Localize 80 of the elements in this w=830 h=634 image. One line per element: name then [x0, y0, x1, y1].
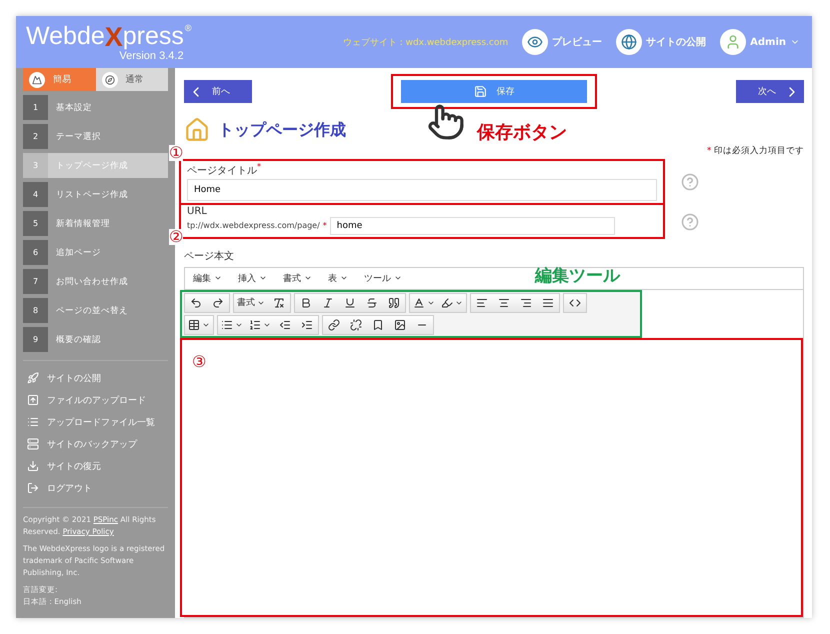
outdent-icon [279, 318, 291, 331]
clear-format-icon [273, 296, 285, 309]
help-icon [681, 173, 699, 192]
url-prefix: tp://wdx.webdexpress.com/page/ [187, 221, 320, 230]
strikethrough-icon [366, 296, 378, 309]
menu-item[interactable]: 書式 [283, 272, 312, 285]
step-item[interactable]: 9 概要の確認 [23, 327, 168, 352]
marker-number: ② [169, 228, 184, 245]
field-label: ページタイトル$^{*}$ [187, 162, 262, 178]
align-center-icon [498, 296, 510, 309]
save-button[interactable]: 保存 [401, 80, 587, 103]
step-item[interactable]: 4 リストページ作成 [23, 182, 168, 207]
italic-icon [322, 296, 334, 309]
unlink-icon [350, 318, 362, 331]
rocket-icon [27, 372, 39, 384]
step-item[interactable]: 7 お問い合わせ作成 [23, 269, 168, 294]
url-input[interactable]: home [330, 216, 615, 235]
required-note: * 印は必須入力項目です [706, 145, 804, 158]
sidebar-link[interactable]: ファイルのアップロード [23, 389, 168, 411]
menu-item[interactable]: 表 [328, 272, 348, 285]
align-right-icon [520, 296, 532, 309]
step-item[interactable]: 1 基本設定 [23, 95, 168, 120]
upload-icon [27, 394, 39, 406]
code-icon [569, 296, 581, 309]
field-label: ページ本文 [184, 250, 235, 263]
table-icon [188, 318, 200, 331]
mountain-icon [32, 74, 42, 84]
eye-icon [527, 34, 544, 50]
align-left-icon [476, 296, 488, 309]
step-item[interactable]: 8 ページの並べ替え [23, 298, 168, 323]
field-label: URL [187, 206, 208, 217]
link-icon [328, 318, 340, 331]
required-mark: * [257, 162, 261, 171]
marker-number: ① [169, 145, 184, 161]
user-icon [725, 34, 742, 50]
hand-pointer-icon [427, 103, 465, 141]
menu-item[interactable]: 挿入 [238, 272, 267, 285]
quote-icon [388, 296, 400, 309]
undo-icon [190, 296, 202, 309]
sidebar-link[interactable]: ログアウト [23, 477, 168, 499]
underline-icon [344, 296, 356, 309]
menu-item[interactable]: ツール [364, 272, 402, 285]
download-icon [27, 460, 39, 472]
sidebar-link[interactable]: サイトの公開 [23, 367, 168, 389]
highlight-icon [441, 296, 453, 309]
numbered-list-icon [249, 318, 261, 331]
bookmark-icon [372, 318, 384, 331]
image-icon [394, 318, 406, 331]
editor-area[interactable]: ③ [180, 338, 803, 617]
logout-icon [27, 482, 39, 494]
step-item[interactable]: 2 テーマ選択 [23, 124, 168, 149]
previous-button[interactable]: 前へ [184, 80, 252, 103]
next-button[interactable]: 次へ [736, 80, 804, 103]
floppy-icon [474, 85, 486, 98]
annotation-label: 保存ボタン [477, 121, 567, 144]
format-dropdown[interactable]: 書式 [234, 294, 268, 312]
sidebar-link[interactable]: アップロードファイル一覧 [23, 411, 168, 433]
sidebar-link[interactable]: サイトの復元 [23, 455, 168, 477]
justify-icon [542, 296, 554, 309]
website-address: ウェブサイト : wdx.webdexpress.com [342, 36, 508, 48]
annotation-label: 編集ツール [535, 264, 620, 287]
help-icon [681, 213, 699, 232]
compass-icon [104, 74, 114, 84]
title-input[interactable]: Home [187, 179, 657, 202]
indent-icon [301, 318, 313, 331]
logo: WebdeXpress® Version 3.4.2 [26, 22, 192, 62]
house-icon [184, 117, 210, 143]
server-icon [27, 438, 39, 450]
mode-tab[interactable]: 通常 [96, 68, 168, 91]
required-mark: * [322, 221, 327, 230]
page-title: トップページ作成 [218, 120, 346, 140]
bold-icon [300, 296, 312, 309]
sidebar-link[interactable]: サイトのバックアップ [23, 433, 168, 455]
menu-item[interactable]: 編集 [193, 272, 222, 285]
globe-icon [621, 34, 638, 50]
step-item[interactable]: 6 追加ページ [23, 240, 168, 265]
marker-number: ③ [192, 354, 206, 370]
text-color-icon [413, 296, 425, 309]
redo-icon [212, 296, 224, 309]
step-item[interactable]: 5 新着情報管理 [23, 211, 168, 236]
